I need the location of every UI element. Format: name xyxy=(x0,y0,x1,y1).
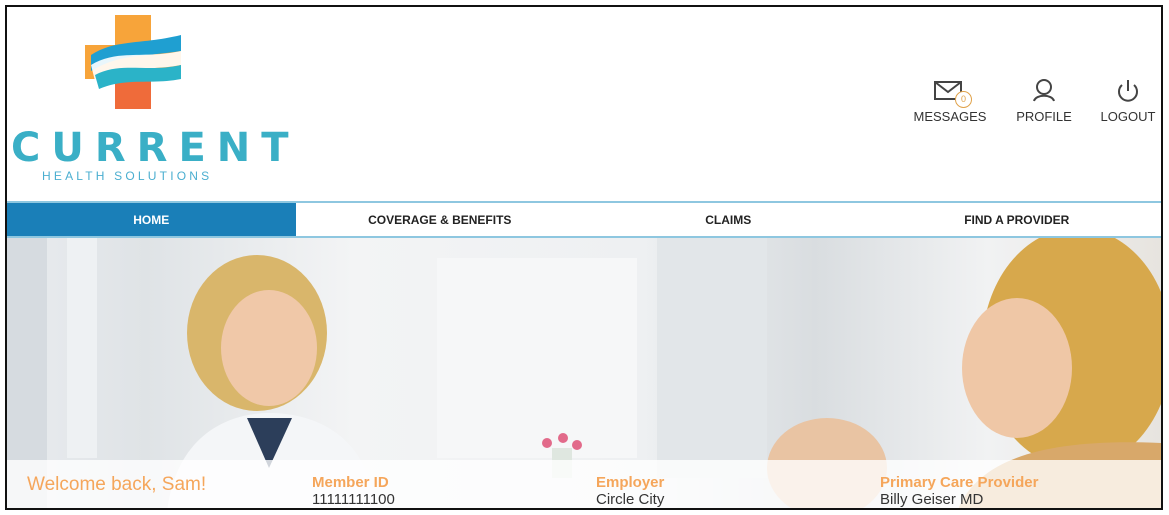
nav-claims[interactable]: CLAIMS xyxy=(584,203,873,236)
logout-button[interactable]: LOGOUT xyxy=(1097,77,1159,124)
employer-label: Employer xyxy=(596,474,665,491)
app-frame: CURRENT HEALTH SOLUTIONS 0 MESSAGES PROF… xyxy=(5,5,1163,510)
pcp-field: Primary Care Provider Billy Geiser MD xyxy=(880,474,1039,509)
messages-button[interactable]: 0 MESSAGES xyxy=(907,77,993,124)
pcp-label: Primary Care Provider xyxy=(880,474,1039,491)
messages-badge: 0 xyxy=(955,91,972,108)
nav-find-provider[interactable]: FIND A PROVIDER xyxy=(873,203,1162,236)
employer-value: Circle City xyxy=(596,491,665,508)
employer-field: Employer Circle City xyxy=(596,474,665,509)
member-id-field: Member ID 11111111100 xyxy=(312,474,395,509)
site-header: CURRENT HEALTH SOLUTIONS 0 MESSAGES PROF… xyxy=(7,7,1161,201)
user-icon xyxy=(1033,79,1055,102)
member-info-bar: Welcome back, Sam! Member ID 11111111100… xyxy=(7,460,1161,509)
logout-label: LOGOUT xyxy=(1100,109,1156,124)
member-id-value: 11111111100 xyxy=(312,491,395,508)
member-id-label: Member ID xyxy=(312,474,389,491)
profile-label: PROFILE xyxy=(1016,109,1072,124)
nav-home[interactable]: HOME xyxy=(7,203,296,236)
power-icon xyxy=(1118,80,1138,102)
brand-name: CURRENT xyxy=(11,125,300,171)
brand-tagline: HEALTH SOLUTIONS xyxy=(42,169,213,183)
messages-label: MESSAGES xyxy=(913,109,987,124)
profile-button[interactable]: PROFILE xyxy=(1009,77,1079,124)
pcp-value: Billy Geiser MD xyxy=(880,491,984,508)
nav-coverage-benefits[interactable]: COVERAGE & BENEFITS xyxy=(296,203,585,236)
welcome-message: Welcome back, Sam! xyxy=(27,474,207,495)
main-nav: HOME COVERAGE & BENEFITS CLAIMS FIND A P… xyxy=(7,201,1161,238)
logo-cross-icon[interactable] xyxy=(85,15,181,109)
envelope-icon xyxy=(934,81,962,100)
